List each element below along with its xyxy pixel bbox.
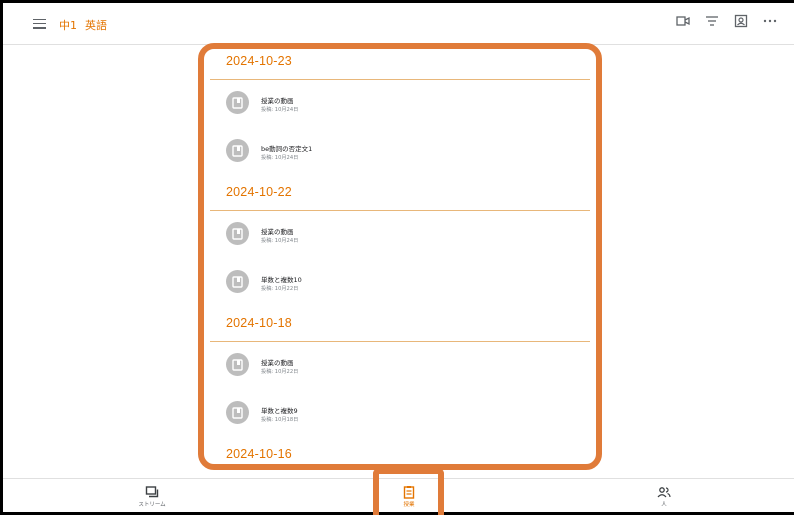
date-section: 2024-10-16 [200,438,598,465]
list-item[interactable]: be動詞の否定文1 投稿: 10月24日 [200,128,598,176]
class-subject: 英語 [85,19,107,32]
item-title: 授業の動画 [261,228,294,236]
material-icon [226,353,249,376]
menu-icon[interactable] [33,16,49,30]
item-posted: 投稿: 10月22日 [261,286,299,292]
classwork-icon [402,484,416,499]
item-posted: 投稿: 10月18日 [261,417,299,423]
nav-stream[interactable]: ストリーム [122,479,182,513]
item-title: be動詞の否定文1 [261,145,313,153]
date-section: 2024-10-22 授業の動画 投稿: 10月24日 単数と複数10 投稿: … [200,176,598,307]
list-item[interactable]: 授業の動画 投稿: 10月24日 [200,211,598,259]
stream-icon [145,484,159,498]
top-actions [675,13,778,29]
item-posted: 投稿: 10月22日 [261,369,299,375]
nav-people[interactable]: 人 [634,479,694,513]
date-header: 2024-10-18 [226,316,292,330]
list-item[interactable]: 単数と複数9 投稿: 10月18日 [200,390,598,438]
nav-label: 人 [661,502,667,508]
date-section: 2024-10-18 授業の動画 投稿: 10月22日 単数と複数9 投稿: 1… [200,307,598,438]
bottom-nav: ストリーム 授業 人 [3,478,794,512]
nav-label: 授業 [403,502,415,508]
list-item[interactable]: 授業の動画 投稿: 10月24日 [200,80,598,128]
classwork-list[interactable]: 2024-10-23 授業の動画 投稿: 10月24日 be動詞の否定文1 投稿… [200,45,598,465]
date-section: 2024-10-23 授業の動画 投稿: 10月24日 be動詞の否定文1 投稿… [200,45,598,176]
material-icon [226,139,249,162]
material-icon [226,91,249,114]
material-icon [226,401,249,424]
material-icon [226,270,249,293]
material-icon [226,222,249,245]
top-app-bar: 中1 英語 [3,3,794,45]
item-title: 授業の動画 [261,97,294,105]
list-item[interactable]: 授業の動画 投稿: 10月22日 [200,342,598,390]
date-header: 2024-10-16 [226,447,292,461]
more-icon[interactable] [762,13,778,29]
people-icon [657,484,671,498]
contact-card-icon[interactable] [733,13,749,29]
item-title: 単数と複数9 [261,407,298,415]
class-title[interactable]: 中1 英語 [59,17,115,33]
nav-label: ストリーム [138,502,166,508]
item-posted: 投稿: 10月24日 [261,238,299,244]
item-posted: 投稿: 10月24日 [261,107,299,113]
date-header: 2024-10-22 [226,185,292,199]
date-header: 2024-10-23 [226,54,292,68]
nav-classwork[interactable]: 授業 [379,479,439,513]
filter-icon[interactable] [704,13,720,29]
item-title: 単数と複数10 [261,276,302,284]
item-posted: 投稿: 10月24日 [261,155,299,161]
video-icon[interactable] [675,13,691,29]
class-name: 中1 [59,19,77,32]
list-item[interactable]: 単数と複数10 投稿: 10月22日 [200,259,598,307]
item-title: 授業の動画 [261,359,294,367]
